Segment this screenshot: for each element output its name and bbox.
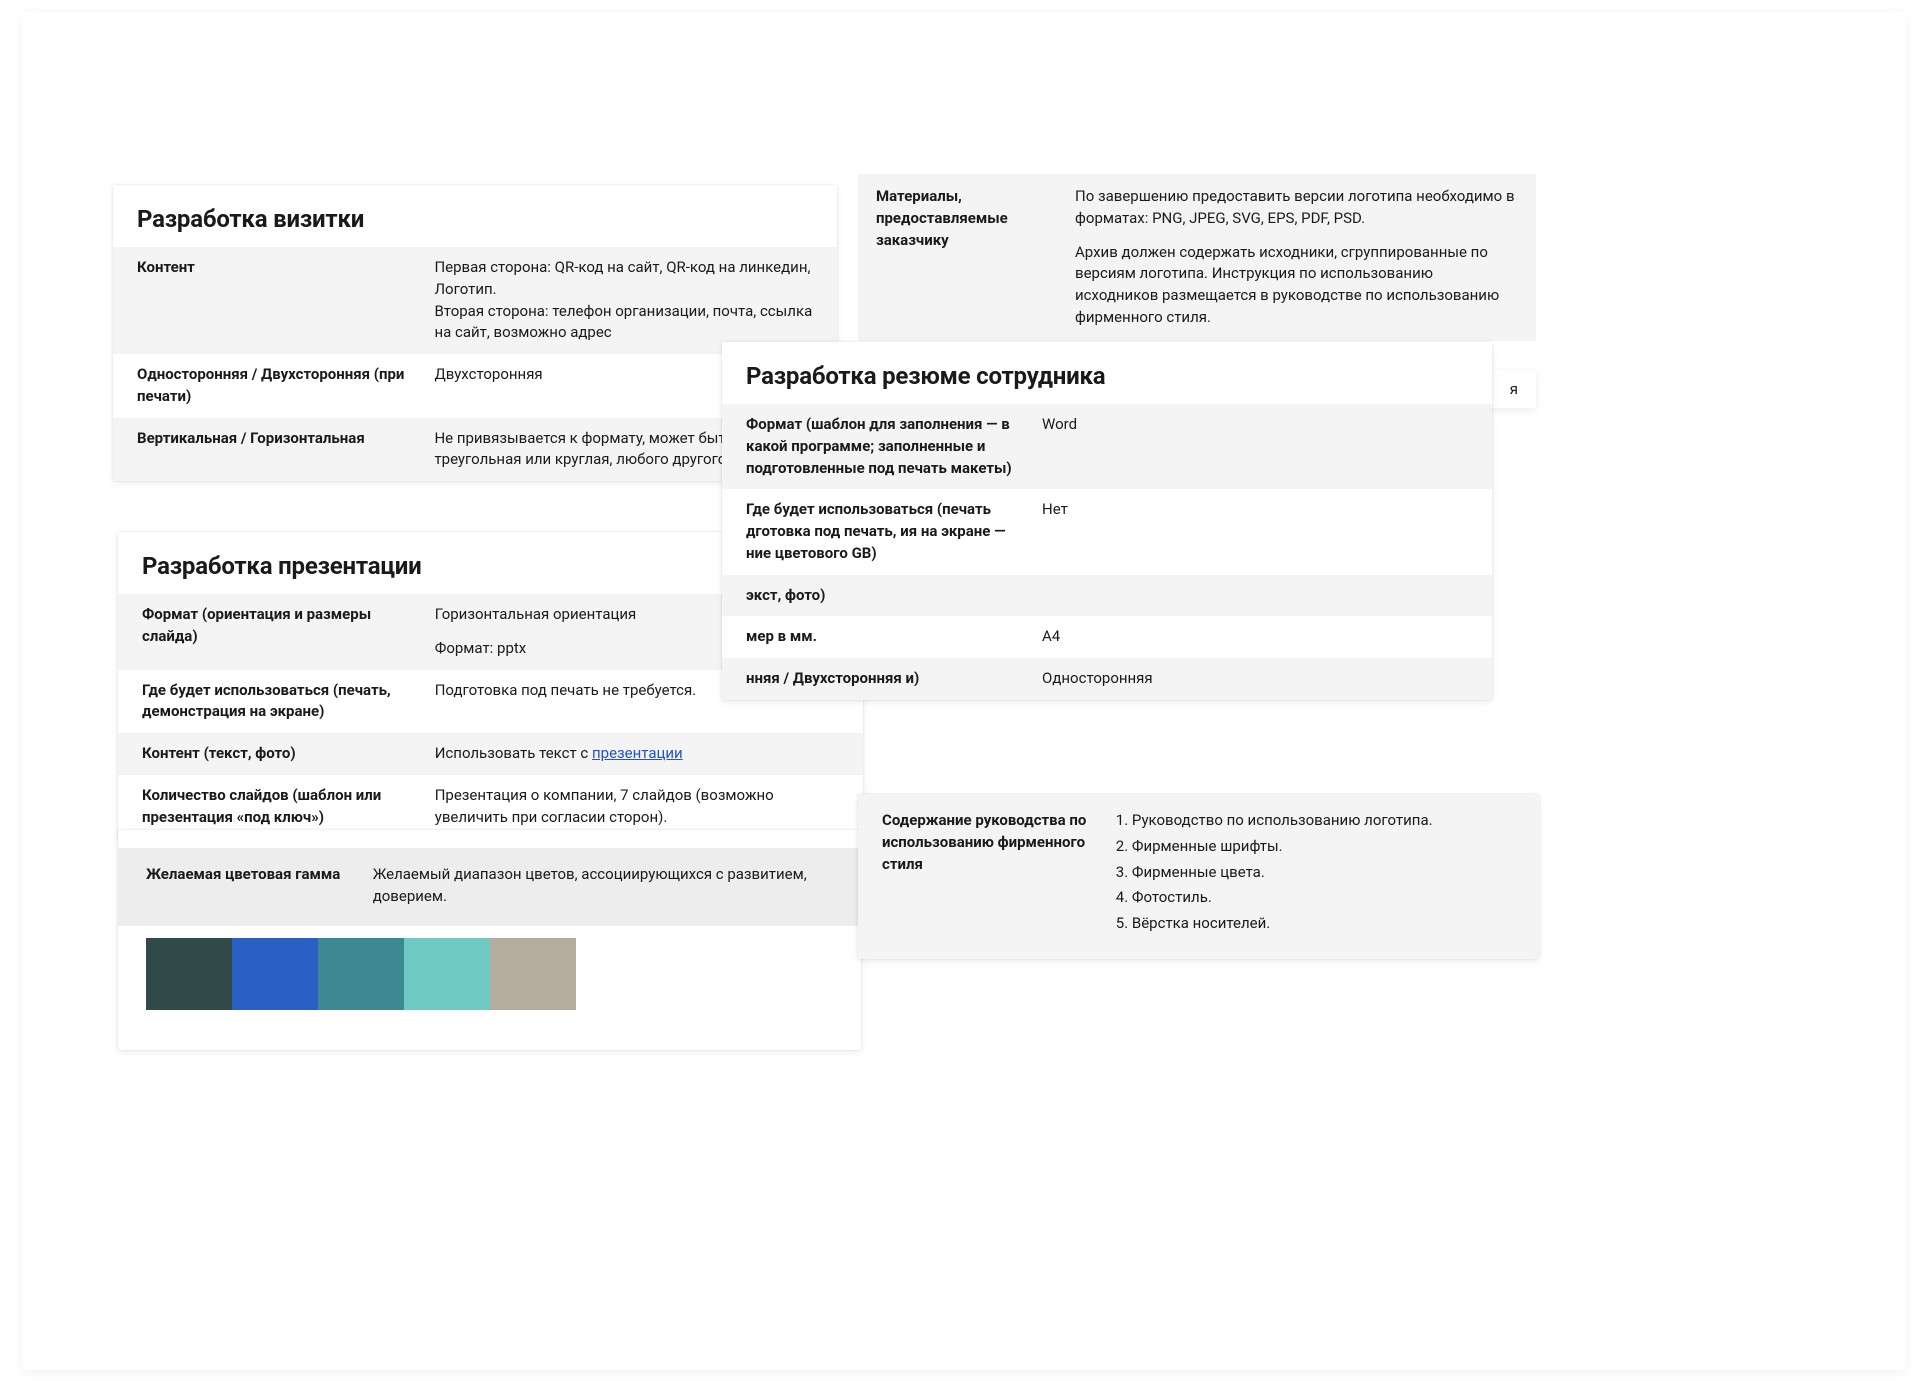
row-value: А4 — [1042, 626, 1468, 648]
row-value: Руководство по использованию логотипа. Ф… — [1110, 810, 1515, 939]
row-label: Вертикальная / Горизонтальная — [137, 428, 434, 472]
list-item: Вёрстка носителей. — [1132, 913, 1515, 935]
card-title: Разработка резюме сотрудника — [722, 342, 1492, 404]
list-item: Фирменные шрифты. — [1132, 836, 1515, 858]
row-label: Содержание руководства по использованию … — [882, 810, 1110, 939]
color-swatch — [318, 938, 404, 1010]
row-value: По завершению предоставить версии логоти… — [1075, 186, 1518, 329]
row-label: Контент — [137, 257, 434, 344]
row-value: Первая сторона: QR-код на сайт, QR-код н… — [434, 257, 813, 344]
table-row: Контент (текст, фото) Использовать текст… — [118, 733, 863, 775]
row-label: Где будет использоваться (печать, демонс… — [142, 680, 435, 724]
table-row: Материалы, предоставляемые заказчику По … — [858, 174, 1536, 341]
row-label: Формат (шаблон для заполнения — в какой … — [746, 414, 1042, 479]
row-label: Формат (ориентация и размеры слайда) — [142, 604, 435, 660]
guide-list: Руководство по использованию логотипа. Ф… — [1110, 810, 1515, 935]
card-title: Разработка визитки — [113, 185, 837, 247]
row-label: экст, фото) — [746, 585, 1042, 607]
table-row: Содержание руководства по использованию … — [858, 794, 1539, 959]
presentation-link[interactable]: презентации — [592, 744, 683, 762]
row-value: Желаемый диапазон цветов, ассоциирующихс… — [373, 864, 833, 908]
row-label: Где будет использоваться (печать дготовк… — [746, 499, 1042, 564]
table-row: Где будет использоваться (печать дготовк… — [722, 489, 1492, 574]
row-value — [1042, 585, 1468, 607]
row-value: Использовать текст с презентации — [435, 743, 839, 765]
row-value: Word — [1042, 414, 1468, 479]
list-item: Фирменные цвета. — [1132, 862, 1515, 884]
card-materials: Материалы, предоставляемые заказчику По … — [858, 174, 1536, 341]
list-item: Руководство по использованию логотипа. — [1132, 810, 1515, 832]
row-label: Материалы, предоставляемые заказчику — [876, 186, 1075, 329]
color-swatch — [232, 938, 318, 1010]
row-label: нняя / Двухсторонняя и) — [746, 668, 1042, 690]
table-row: Количество слайдов (шаблон или презентац… — [118, 775, 863, 839]
row-label: мер в мм. — [746, 626, 1042, 648]
row-label: Количество слайдов (шаблон или презентац… — [142, 785, 435, 829]
color-swatch — [404, 938, 490, 1010]
table-row: экст, фото) — [722, 575, 1492, 617]
color-swatch — [490, 938, 576, 1010]
row-label: Односторонняя / Двухсторонняя (при печат… — [137, 364, 434, 408]
table-row: мер в мм. А4 — [722, 616, 1492, 658]
color-swatch — [146, 938, 232, 1010]
card-resume: Разработка резюме сотрудника Формат (шаб… — [722, 342, 1492, 700]
card-color-palette: Желаемая цветовая гамма Желаемый диапазо… — [118, 830, 861, 1050]
row-value: Односторонняя — [1042, 668, 1468, 690]
row-value: Презентация о компании, 7 слайдов (возмо… — [435, 785, 839, 829]
table-row: Контент Первая сторона: QR-код на сайт, … — [113, 247, 837, 354]
row-label: Контент (текст, фото) — [142, 743, 435, 765]
row-value: Нет — [1042, 499, 1468, 564]
card-style-guide: Содержание руководства по использованию … — [858, 794, 1539, 959]
list-item: Фотостиль. — [1132, 887, 1515, 909]
row-label: Желаемая цветовая гамма — [146, 864, 373, 908]
table-row: Формат (шаблон для заполнения — в какой … — [722, 404, 1492, 489]
table-row: Желаемая цветовая гамма Желаемый диапазо… — [118, 848, 861, 926]
table-row: нняя / Двухсторонняя и) Односторонняя — [722, 658, 1492, 700]
swatch-strip — [146, 938, 861, 1010]
